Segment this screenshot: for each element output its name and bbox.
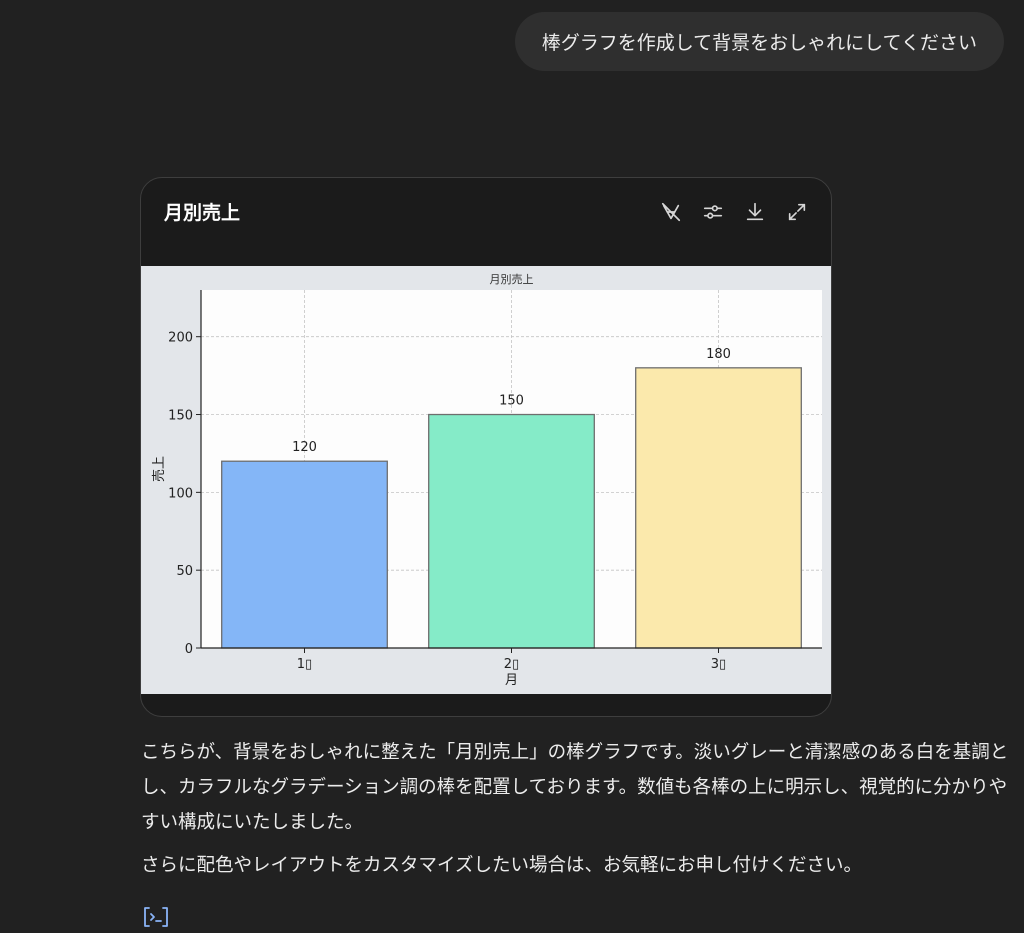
bar: [428, 413, 595, 649]
y-tick-label: 50: [176, 564, 193, 579]
x-tick-label: 1▯: [297, 657, 312, 672]
chart-card-title: 月別売上: [164, 202, 241, 224]
y-axis-label: 売上: [151, 456, 167, 482]
bar-chart: 月別売上 0 50 100 150 200 120 1▯ 150 2▯ 180 3▯ 月 売上: [151, 273, 822, 688]
chart-title: 月別売上: [490, 273, 534, 286]
expand-icon[interactable]: [785, 200, 809, 224]
response-paragraph: こちらが、背景をおしゃれに整えた「月別売上」の棒グラフです。淡いグレーと清潔感の…: [141, 742, 1009, 833]
bar-value-label: 120: [292, 440, 317, 455]
y-tick-label: 0: [185, 642, 193, 657]
chart-mode-icon[interactable]: [659, 200, 683, 224]
bar: [635, 367, 802, 649]
download-icon[interactable]: [743, 200, 767, 224]
code-icon[interactable]: [142, 905, 170, 929]
bar: [221, 460, 388, 649]
assistant-response: こちらが、背景をおしゃれに整えた「月別売上」の棒グラフです。淡いグレーと清潔感の…: [141, 735, 1011, 891]
bar-value-label: 150: [499, 394, 524, 409]
chart-figure: 月別売上 0 50 100 150 200 120 1▯ 150 2▯ 180 3▯ 月 売上: [141, 266, 831, 694]
y-tick-label: 200: [168, 331, 193, 346]
user-message-bubble: 棒グラフを作成して背景をおしゃれにしてください: [514, 12, 1004, 71]
sliders-icon[interactable]: [701, 200, 725, 224]
chart-card: 月別売上 月別売上 0 50 100 150 200 120 1▯ 150 2▯…: [140, 177, 832, 717]
x-tick-label: 3▯: [711, 657, 726, 672]
x-tick-label: 2▯: [504, 657, 519, 672]
user-message-text: 棒グラフを作成して背景をおしゃれにしてください: [541, 32, 977, 54]
chart-toolbar: [659, 200, 809, 224]
y-tick-label: 100: [168, 486, 193, 501]
y-tick-label: 150: [168, 409, 193, 424]
bar-value-label: 180: [706, 347, 731, 362]
response-paragraph: さらに配色やレイアウトをカスタマイズしたい場合は、お気軽にお申し付けください。: [141, 855, 862, 876]
x-axis-label: 月: [505, 673, 518, 688]
